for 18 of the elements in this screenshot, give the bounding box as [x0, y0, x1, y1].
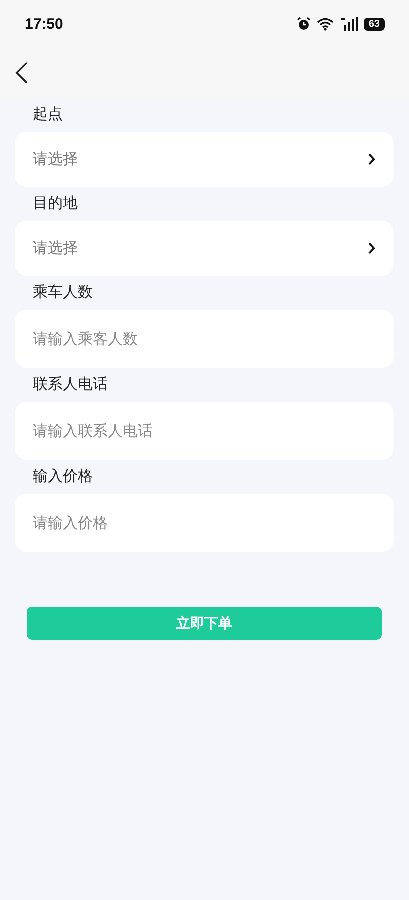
- field-label: 输入价格: [32, 466, 94, 487]
- field-label: 起点: [32, 104, 64, 125]
- wifi-icon: [316, 18, 334, 30]
- input-field[interactable]: 请输入乘客人数: [15, 310, 394, 368]
- input-field[interactable]: 请输入联系人电话: [15, 402, 394, 460]
- status-time: 17:50: [25, 16, 64, 32]
- chevron-right-icon: [368, 153, 376, 166]
- field-label: 乘车人数: [32, 282, 94, 303]
- select-field[interactable]: 请选择: [15, 132, 394, 187]
- select-field[interactable]: 请选择: [15, 221, 394, 276]
- chevron-right-icon: [368, 242, 376, 255]
- battery-level: 63: [364, 18, 385, 30]
- field-label: 目的地: [32, 193, 79, 214]
- signal-icon: [340, 17, 358, 31]
- alarm-icon: [296, 17, 311, 31]
- input-field[interactable]: 请输入价格: [15, 494, 394, 552]
- back-button[interactable]: [15, 62, 29, 84]
- field-label: 联系人电话: [32, 374, 109, 395]
